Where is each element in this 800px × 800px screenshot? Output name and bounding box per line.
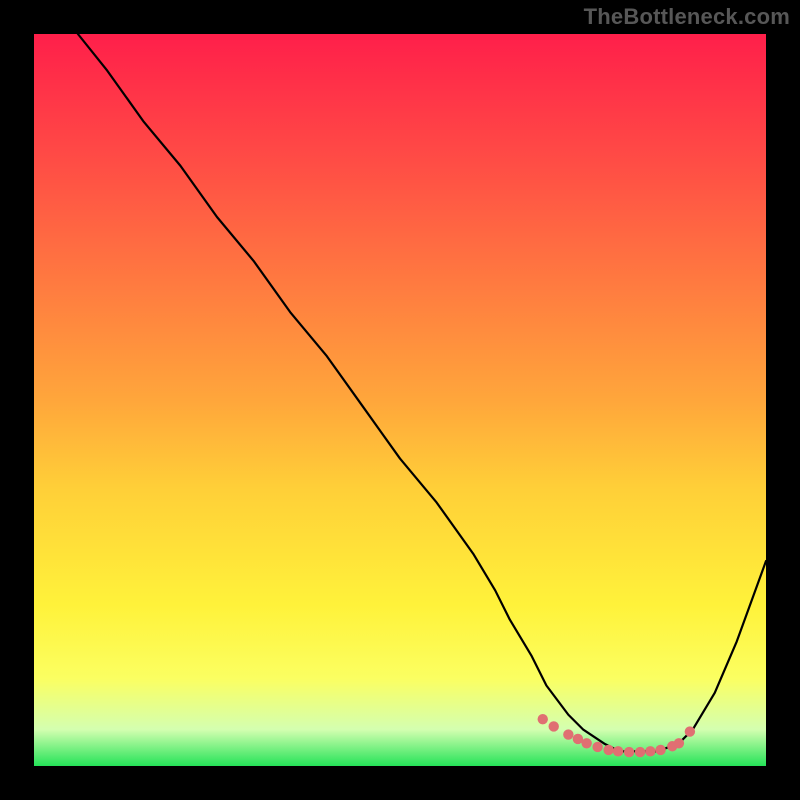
valley-dot (538, 714, 548, 724)
dots-layer (34, 34, 766, 766)
valley-dot (655, 745, 665, 755)
valley-dot (645, 746, 655, 756)
valley-dot (685, 726, 695, 736)
valley-dot (613, 746, 623, 756)
valley-dot (603, 745, 613, 755)
plot-area (34, 34, 766, 766)
watermark-text: TheBottleneck.com (584, 4, 790, 30)
valley-dot (624, 747, 634, 757)
valley-dot (581, 738, 591, 748)
valley-dot (563, 729, 573, 739)
chart-frame: TheBottleneck.com (0, 0, 800, 800)
valley-dot (592, 742, 602, 752)
valley-dot (674, 738, 684, 748)
valley-dot (635, 747, 645, 757)
valley-dot (549, 721, 559, 731)
